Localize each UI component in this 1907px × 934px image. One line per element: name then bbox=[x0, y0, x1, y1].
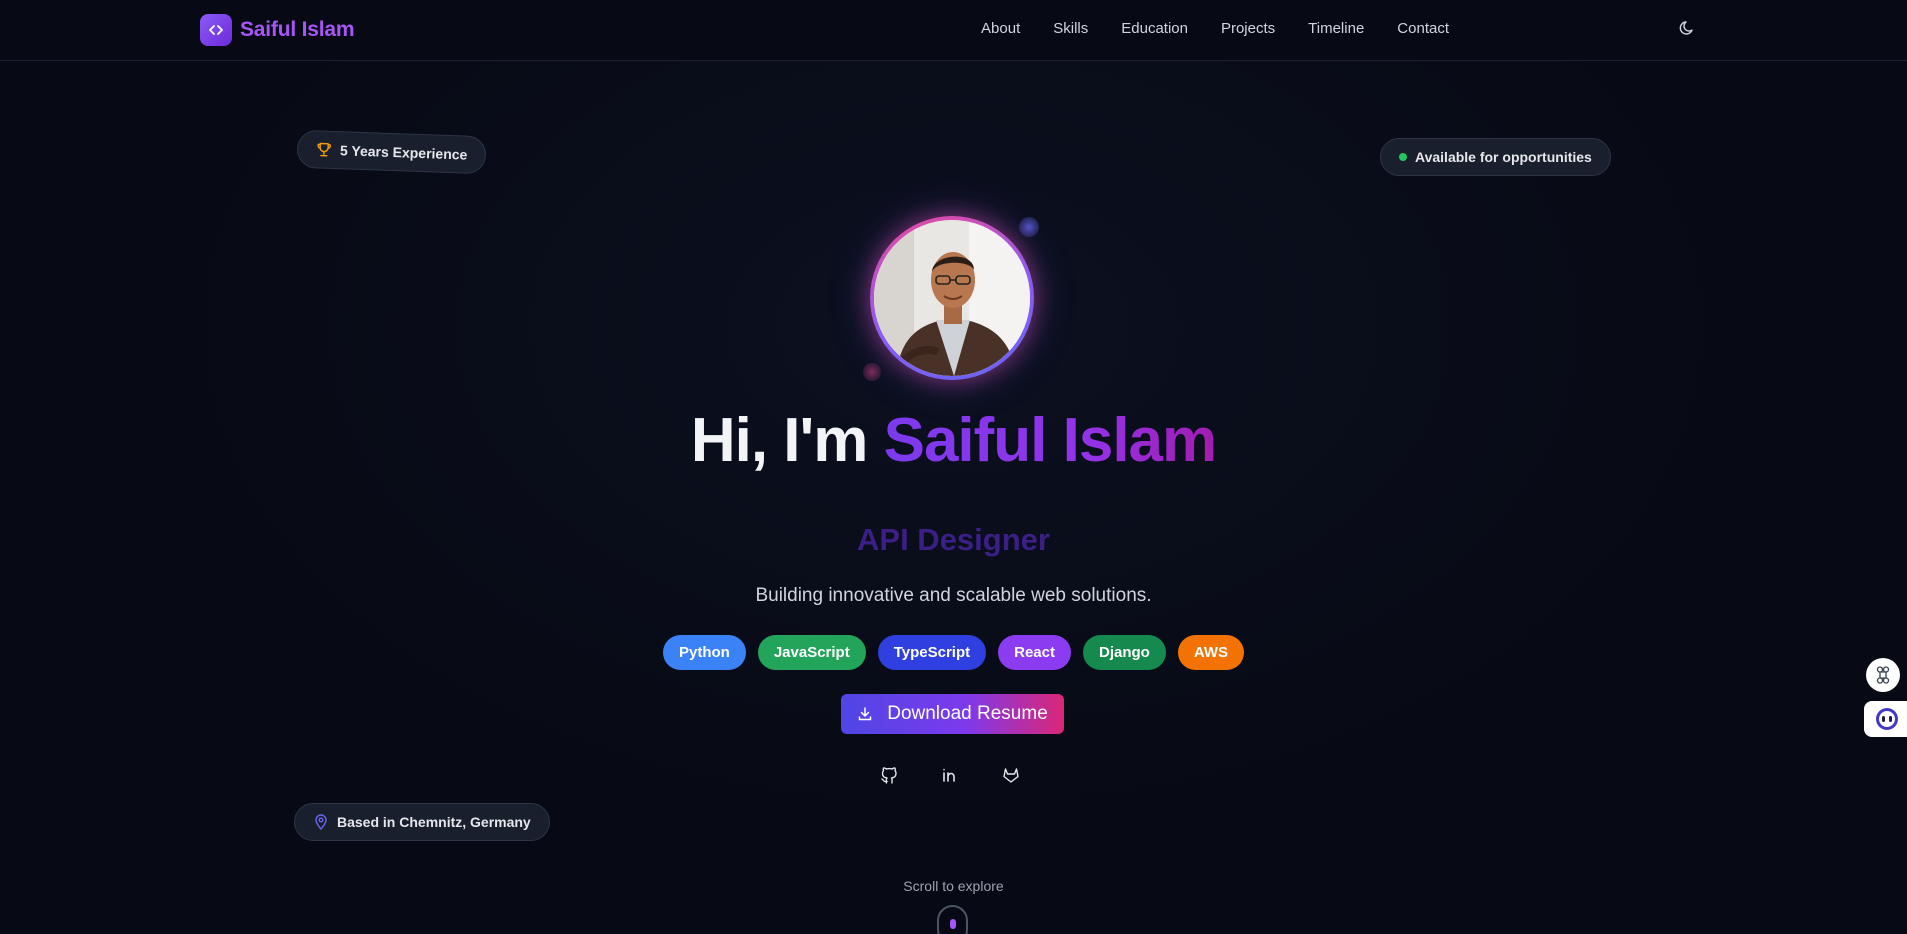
status-dot bbox=[1399, 153, 1407, 161]
scroll-hint: Scroll to explore bbox=[903, 878, 1004, 894]
mouse-scroll-icon[interactable] bbox=[937, 905, 968, 934]
decorative-orb bbox=[1019, 217, 1039, 237]
nav-link-projects[interactable]: Projects bbox=[1221, 20, 1275, 37]
greeting: Hi, I'm bbox=[690, 406, 884, 475]
experience-badge: 5 Years Experience bbox=[296, 129, 488, 175]
social-links bbox=[880, 766, 1022, 786]
brand-logo[interactable]: Saiful Islam bbox=[200, 14, 355, 46]
map-pin-icon bbox=[315, 814, 327, 830]
tech-chip-django: Django bbox=[1082, 635, 1166, 670]
hero-headline: Hi, I'm Saiful Islam bbox=[0, 405, 1907, 476]
tech-chip-python: Python bbox=[662, 635, 746, 670]
scroll-dot bbox=[950, 919, 956, 929]
tagline: Building innovative and scalable web sol… bbox=[755, 585, 1152, 606]
nav-link-about[interactable]: About bbox=[981, 20, 1020, 37]
download-resume-button[interactable]: Download Resume bbox=[841, 694, 1064, 734]
moon-icon[interactable] bbox=[1679, 20, 1697, 38]
code-icon bbox=[200, 14, 232, 46]
tech-chip-javascript: JavaScript bbox=[757, 635, 866, 670]
experience-label: 5 Years Experience bbox=[339, 142, 468, 163]
location-badge: Based in Chemnitz, Germany bbox=[294, 803, 550, 841]
tech-chip-typescript: TypeScript bbox=[877, 635, 987, 670]
tech-chip-aws: AWS bbox=[1177, 635, 1244, 670]
nav-link-timeline[interactable]: Timeline bbox=[1308, 20, 1364, 37]
command-icon[interactable] bbox=[1866, 658, 1900, 692]
nav-link-skills[interactable]: Skills bbox=[1053, 20, 1088, 37]
hero-name: Saiful Islam bbox=[883, 406, 1218, 475]
download-icon bbox=[858, 707, 872, 721]
navbar: Saiful Islam About Skills Education Proj… bbox=[0, 0, 1907, 61]
tech-chip-react: React bbox=[998, 635, 1071, 670]
chatbot-icon[interactable] bbox=[1864, 701, 1907, 737]
nav-link-education[interactable]: Education bbox=[1121, 20, 1188, 37]
location-label: Based in Chemnitz, Germany bbox=[337, 814, 531, 830]
portfolio-page: Saiful Islam About Skills Education Proj… bbox=[0, 0, 1907, 934]
github-icon[interactable] bbox=[880, 766, 900, 786]
availability-badge: Available for opportunities bbox=[1380, 138, 1611, 176]
nav-links: About Skills Education Projects Timeline… bbox=[981, 20, 1449, 37]
download-resume-label: Download Resume bbox=[887, 703, 1048, 724]
avatar bbox=[874, 220, 1030, 376]
role-title: API Designer bbox=[857, 522, 1050, 557]
avatar-frame bbox=[870, 216, 1034, 380]
availability-label: Available for opportunities bbox=[1415, 149, 1592, 165]
linkedin-icon[interactable] bbox=[941, 766, 961, 786]
decorative-orb bbox=[863, 363, 881, 381]
brand-name: Saiful Islam bbox=[240, 18, 355, 41]
nav-link-contact[interactable]: Contact bbox=[1397, 20, 1449, 37]
gitlab-icon[interactable] bbox=[1002, 766, 1022, 786]
tech-stack: Python JavaScript TypeScript React Djang… bbox=[0, 635, 1907, 670]
trophy-icon bbox=[317, 142, 331, 157]
